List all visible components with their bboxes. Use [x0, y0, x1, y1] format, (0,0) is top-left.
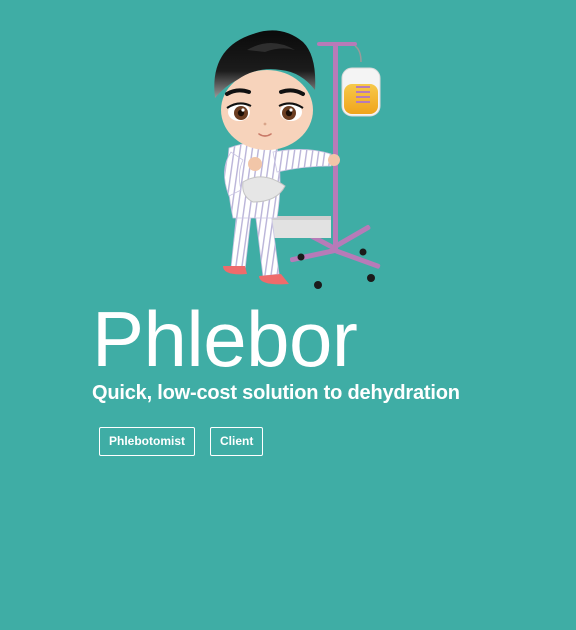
client-button[interactable]: Client — [210, 427, 264, 456]
hero-section: Phlebor Quick, low-cost solution to dehy… — [0, 0, 576, 630]
iv-bag — [341, 45, 381, 117]
tagline: Quick, low-cost solution to dehydration — [92, 382, 460, 404]
patient-iv-drip-illustration — [214, 30, 381, 289]
role-button-group: Phlebotomist Client — [99, 427, 264, 456]
phlebotomist-button[interactable]: Phlebotomist — [99, 427, 196, 456]
app-title: Phlebor — [92, 295, 358, 383]
